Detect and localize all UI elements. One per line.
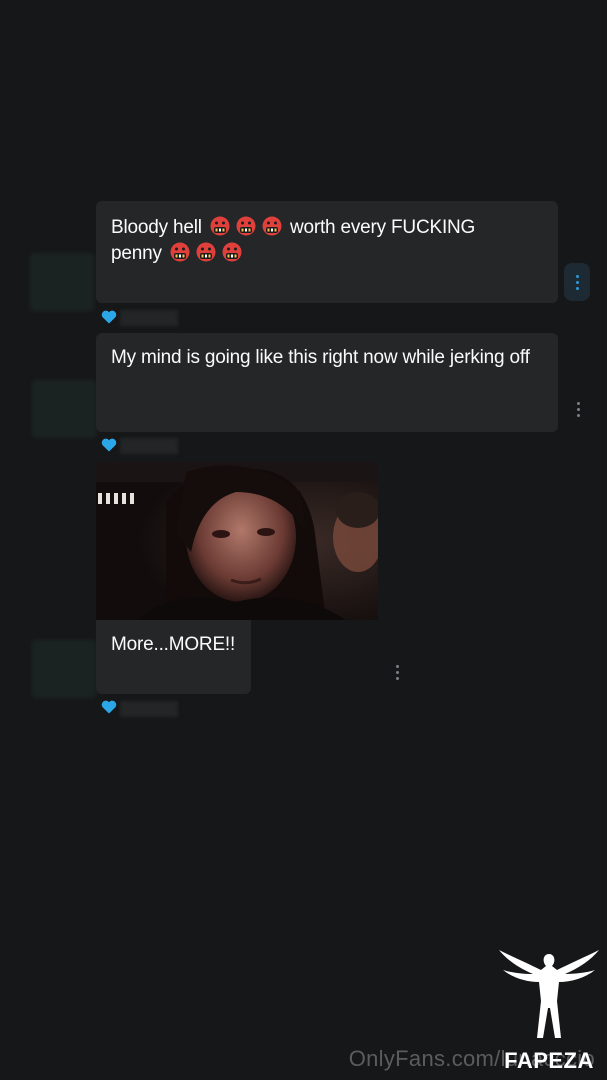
message-text-part: worth every FUCKING: [289, 217, 476, 238]
avatar[interactable]: [32, 640, 96, 698]
message-bubble[interactable]: Bloody hell worth every FUCKING penny: [96, 201, 558, 303]
message-options-icon[interactable]: [569, 394, 587, 424]
heart-icon[interactable]: [101, 310, 117, 324]
message-bubble[interactable]: My mind is going like this right now whi…: [96, 333, 558, 432]
message-text: My mind is going like this right now whi…: [111, 347, 530, 368]
message-bubble[interactable]: More...MORE!!: [96, 620, 251, 694]
message-options-icon[interactable]: [564, 263, 590, 301]
avatar[interactable]: [30, 253, 94, 311]
face-with-symbols-on-mouth-emoji: [236, 216, 256, 236]
avatar[interactable]: [32, 380, 96, 438]
message-text-part: penny: [111, 243, 162, 264]
fapeza-logo: FAPEZA: [499, 946, 599, 1076]
face-with-symbols-on-mouth-emoji: [222, 242, 242, 262]
heart-icon[interactable]: [101, 438, 117, 452]
message-text: Bloody hell worth every FUCKING penny: [111, 215, 544, 267]
message-text: More...MORE!!: [111, 634, 236, 655]
winged-figure-icon: [499, 950, 599, 1038]
logo-text: FAPEZA: [504, 1048, 594, 1073]
face-with-symbols-on-mouth-emoji: [170, 242, 190, 262]
gif-scene: [96, 462, 378, 620]
message-options-icon[interactable]: [388, 657, 406, 687]
face-with-symbols-on-mouth-emoji: [262, 216, 282, 236]
gif-image[interactable]: [96, 462, 378, 620]
message-timestamp: [120, 310, 178, 326]
message-text-part: Bloody hell: [111, 217, 202, 238]
message-timestamp: [120, 701, 178, 717]
face-with-symbols-on-mouth-emoji: [196, 242, 216, 262]
heart-icon[interactable]: [101, 700, 117, 714]
face-with-symbols-on-mouth-emoji: [210, 216, 230, 236]
message-timestamp: [120, 438, 178, 454]
